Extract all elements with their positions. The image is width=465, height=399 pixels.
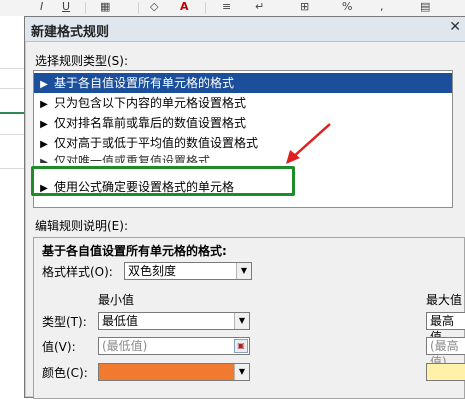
font-color-button[interactable]: A — [180, 0, 189, 14]
edit-heading: 基于各自值设置所有单元格的格式: — [42, 244, 227, 258]
chevron-down-icon[interactable]: ▼ — [236, 263, 251, 279]
merge-icon[interactable]: ⊞ — [300, 0, 309, 14]
worksheet-row-area — [0, 16, 25, 380]
highlight-annotation-box — [31, 166, 295, 196]
border-icon[interactable]: ▦ — [100, 0, 110, 14]
value-label: 值(V): — [42, 340, 76, 354]
min-color-picker[interactable]: ▼ — [98, 363, 250, 381]
min-value-placeholder: (最低值) — [102, 339, 148, 353]
rule-type-item-label: 仅对高于或低于平均值的数值设置格式 — [54, 136, 259, 150]
underline-button[interactable]: U — [62, 0, 70, 14]
dialog-title: 新建格式规则 — [31, 25, 110, 40]
new-format-rule-dialog: 新建格式规则 ✕ 选择规则类型(S): ▶ 基于各自值设置所有单元格的格式 ▶ 只为… — [24, 16, 465, 399]
bullet-arrow-icon: ▶ — [40, 79, 48, 90]
edit-rule-panel: 基于各自值设置所有单元格的格式: 格式样式(O): 双色刻度 ▼ 最小值 最大值… — [33, 237, 465, 399]
row-divider — [0, 134, 24, 135]
rule-type-item[interactable]: ▶ 只为包含以下内容的单元格设置格式 — [34, 93, 452, 113]
rule-type-item[interactable]: ▶ 仅对排名靠前或靠后的数值设置格式 — [34, 113, 452, 133]
min-label: 最小值 — [98, 293, 135, 307]
excel-ribbon-strip: I U ▦ ◇ A ≡ ↵ ⊞ % , ▤ — [0, 0, 465, 17]
align-icon[interactable]: ≡ — [222, 0, 231, 14]
rule-type-item-label: 基于各自值设置所有单元格的格式 — [54, 76, 235, 90]
row-divider — [0, 88, 24, 89]
toolbar-separator — [85, 2, 86, 14]
number-format-icon[interactable]: % — [342, 0, 352, 14]
rule-type-item-label: 仅对唯一值或重复值设置格式 — [54, 154, 211, 163]
chevron-down-icon[interactable]: ▼ — [234, 364, 249, 380]
format-style-label: 格式样式(O): — [42, 265, 113, 279]
chevron-down-icon[interactable]: ▼ — [234, 313, 249, 329]
type-label: 类型(T): — [42, 315, 87, 329]
row-divider — [0, 168, 24, 169]
row-divider — [0, 68, 24, 69]
decimal-icon[interactable]: , — [380, 0, 384, 14]
italic-button[interactable]: I — [40, 0, 43, 14]
rule-type-item-label: 仅对排名靠前或靠后的数值设置格式 — [54, 116, 247, 130]
rule-type-item-label: 只为包含以下内容的单元格设置格式 — [54, 96, 247, 110]
bullet-arrow-icon: ▶ — [40, 99, 48, 110]
toolbar-separator — [138, 2, 139, 14]
toolbar-separator — [205, 2, 206, 14]
wrap-icon[interactable]: ↵ — [255, 0, 264, 14]
styles-icon[interactable]: ▤ — [420, 0, 430, 14]
rule-type-item[interactable]: ▶ 仅对高于或低于平均值的数值设置格式 — [34, 133, 452, 153]
min-value-input[interactable]: (最低值) ▣ — [98, 337, 250, 355]
format-style-select[interactable]: 双色刻度 ▼ — [124, 262, 252, 280]
rule-type-item[interactable]: ▶ 仅对唯一值或重复值设置格式 — [34, 151, 452, 163]
format-style-value: 双色刻度 — [128, 264, 177, 278]
max-label: 最大值 — [426, 293, 463, 307]
bullet-arrow-icon: ▶ — [40, 119, 48, 130]
red-arrow-annotation-icon — [286, 123, 331, 164]
max-type-select[interactable]: 最高值 — [426, 312, 465, 344]
bullet-arrow-icon: ▶ — [40, 157, 48, 163]
dialog-titlebar: 新建格式规则 ✕ — [25, 17, 465, 42]
edit-rule-label: 编辑规则说明(E): — [35, 219, 128, 233]
rule-type-label: 选择规则类型(S): — [35, 54, 129, 68]
rule-type-item[interactable]: ▶ 基于各自值设置所有单元格的格式 — [34, 73, 452, 93]
min-type-select[interactable]: 最低值 ▼ — [98, 312, 250, 330]
range-select-icon[interactable]: ▣ — [234, 339, 248, 353]
color-label: 颜色(C): — [42, 366, 88, 380]
min-type-value: 最低值 — [102, 314, 139, 328]
fill-color-icon[interactable]: ◇ — [150, 0, 158, 14]
max-value-input[interactable]: (最高值) — [426, 337, 465, 369]
active-cell-indicator — [0, 112, 24, 114]
close-icon[interactable]: ✕ — [449, 19, 461, 35]
max-color-picker[interactable] — [426, 363, 465, 381]
